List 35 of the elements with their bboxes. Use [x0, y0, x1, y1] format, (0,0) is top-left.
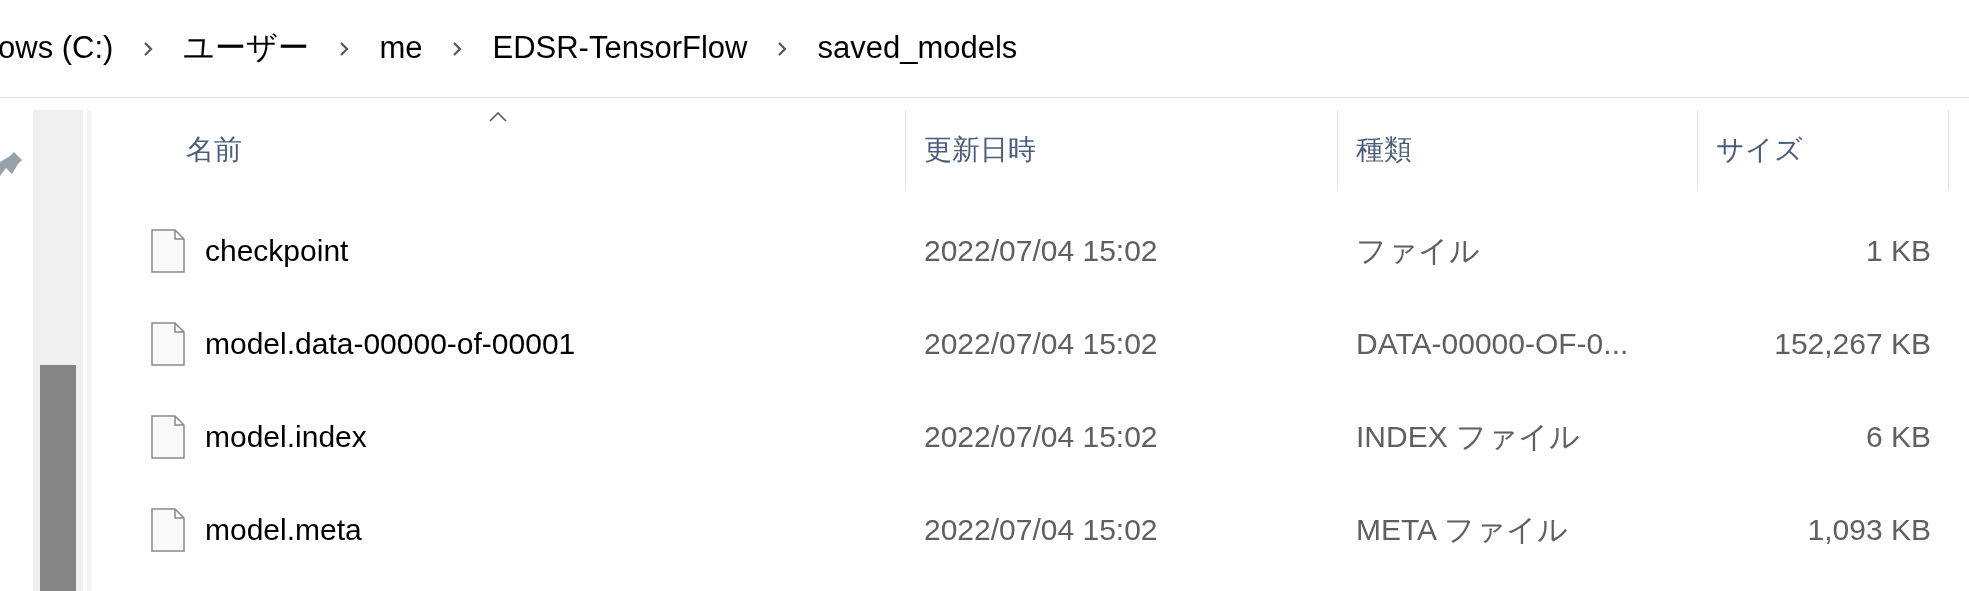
file-size: 6 KB [1864, 419, 1932, 455]
breadcrumb-item[interactable]: ユーザー [183, 25, 310, 72]
column-header[interactable]: サイズ [1698, 110, 1949, 190]
breadcrumb-item[interactable]: me [379, 25, 423, 72]
file-size: 152,267 KB [1773, 326, 1932, 362]
chevron-right-icon [143, 40, 154, 57]
file-icon [151, 507, 185, 552]
file-size: 1,093 KB [1806, 512, 1932, 548]
chevron-right-icon [339, 40, 350, 57]
breadcrumb-item[interactable]: saved_models [817, 25, 1018, 72]
file-icon [151, 228, 185, 273]
file-name[interactable]: model.index [205, 414, 367, 459]
file-type: META ファイル [1355, 512, 1569, 548]
breadcrumb-item[interactable]: ows (C:) [0, 25, 114, 72]
file-type: INDEX ファイル [1355, 419, 1582, 455]
sort-ascending-icon [489, 112, 507, 122]
column-header[interactable]: 更新日時 [906, 110, 1338, 190]
breadcrumb-item[interactable]: EDSR-TensorFlow [492, 25, 748, 72]
file-icon [151, 414, 185, 459]
file-type: DATA-00000-OF-0... [1355, 326, 1630, 362]
modified-date: 2022/07/04 15:02 [923, 419, 1159, 455]
column-header[interactable]: 名前 [91, 110, 906, 190]
file-icon [151, 321, 185, 366]
file-type: ファイル [1355, 233, 1481, 269]
file-size: 1 KB [1864, 233, 1932, 269]
modified-date: 2022/07/04 15:02 [923, 233, 1159, 269]
scrollbar-thumb[interactable] [40, 365, 76, 591]
modified-date: 2022/07/04 15:02 [923, 326, 1159, 362]
file-name[interactable]: checkpoint [205, 228, 349, 273]
chevron-right-icon [452, 40, 463, 57]
file-name[interactable]: model.data-00000-of-00001 [205, 321, 576, 366]
file-name[interactable]: model.meta [205, 507, 362, 552]
column-header[interactable]: 種類 [1338, 110, 1698, 190]
modified-date: 2022/07/04 15:02 [923, 512, 1159, 548]
chevron-right-icon [777, 40, 788, 57]
